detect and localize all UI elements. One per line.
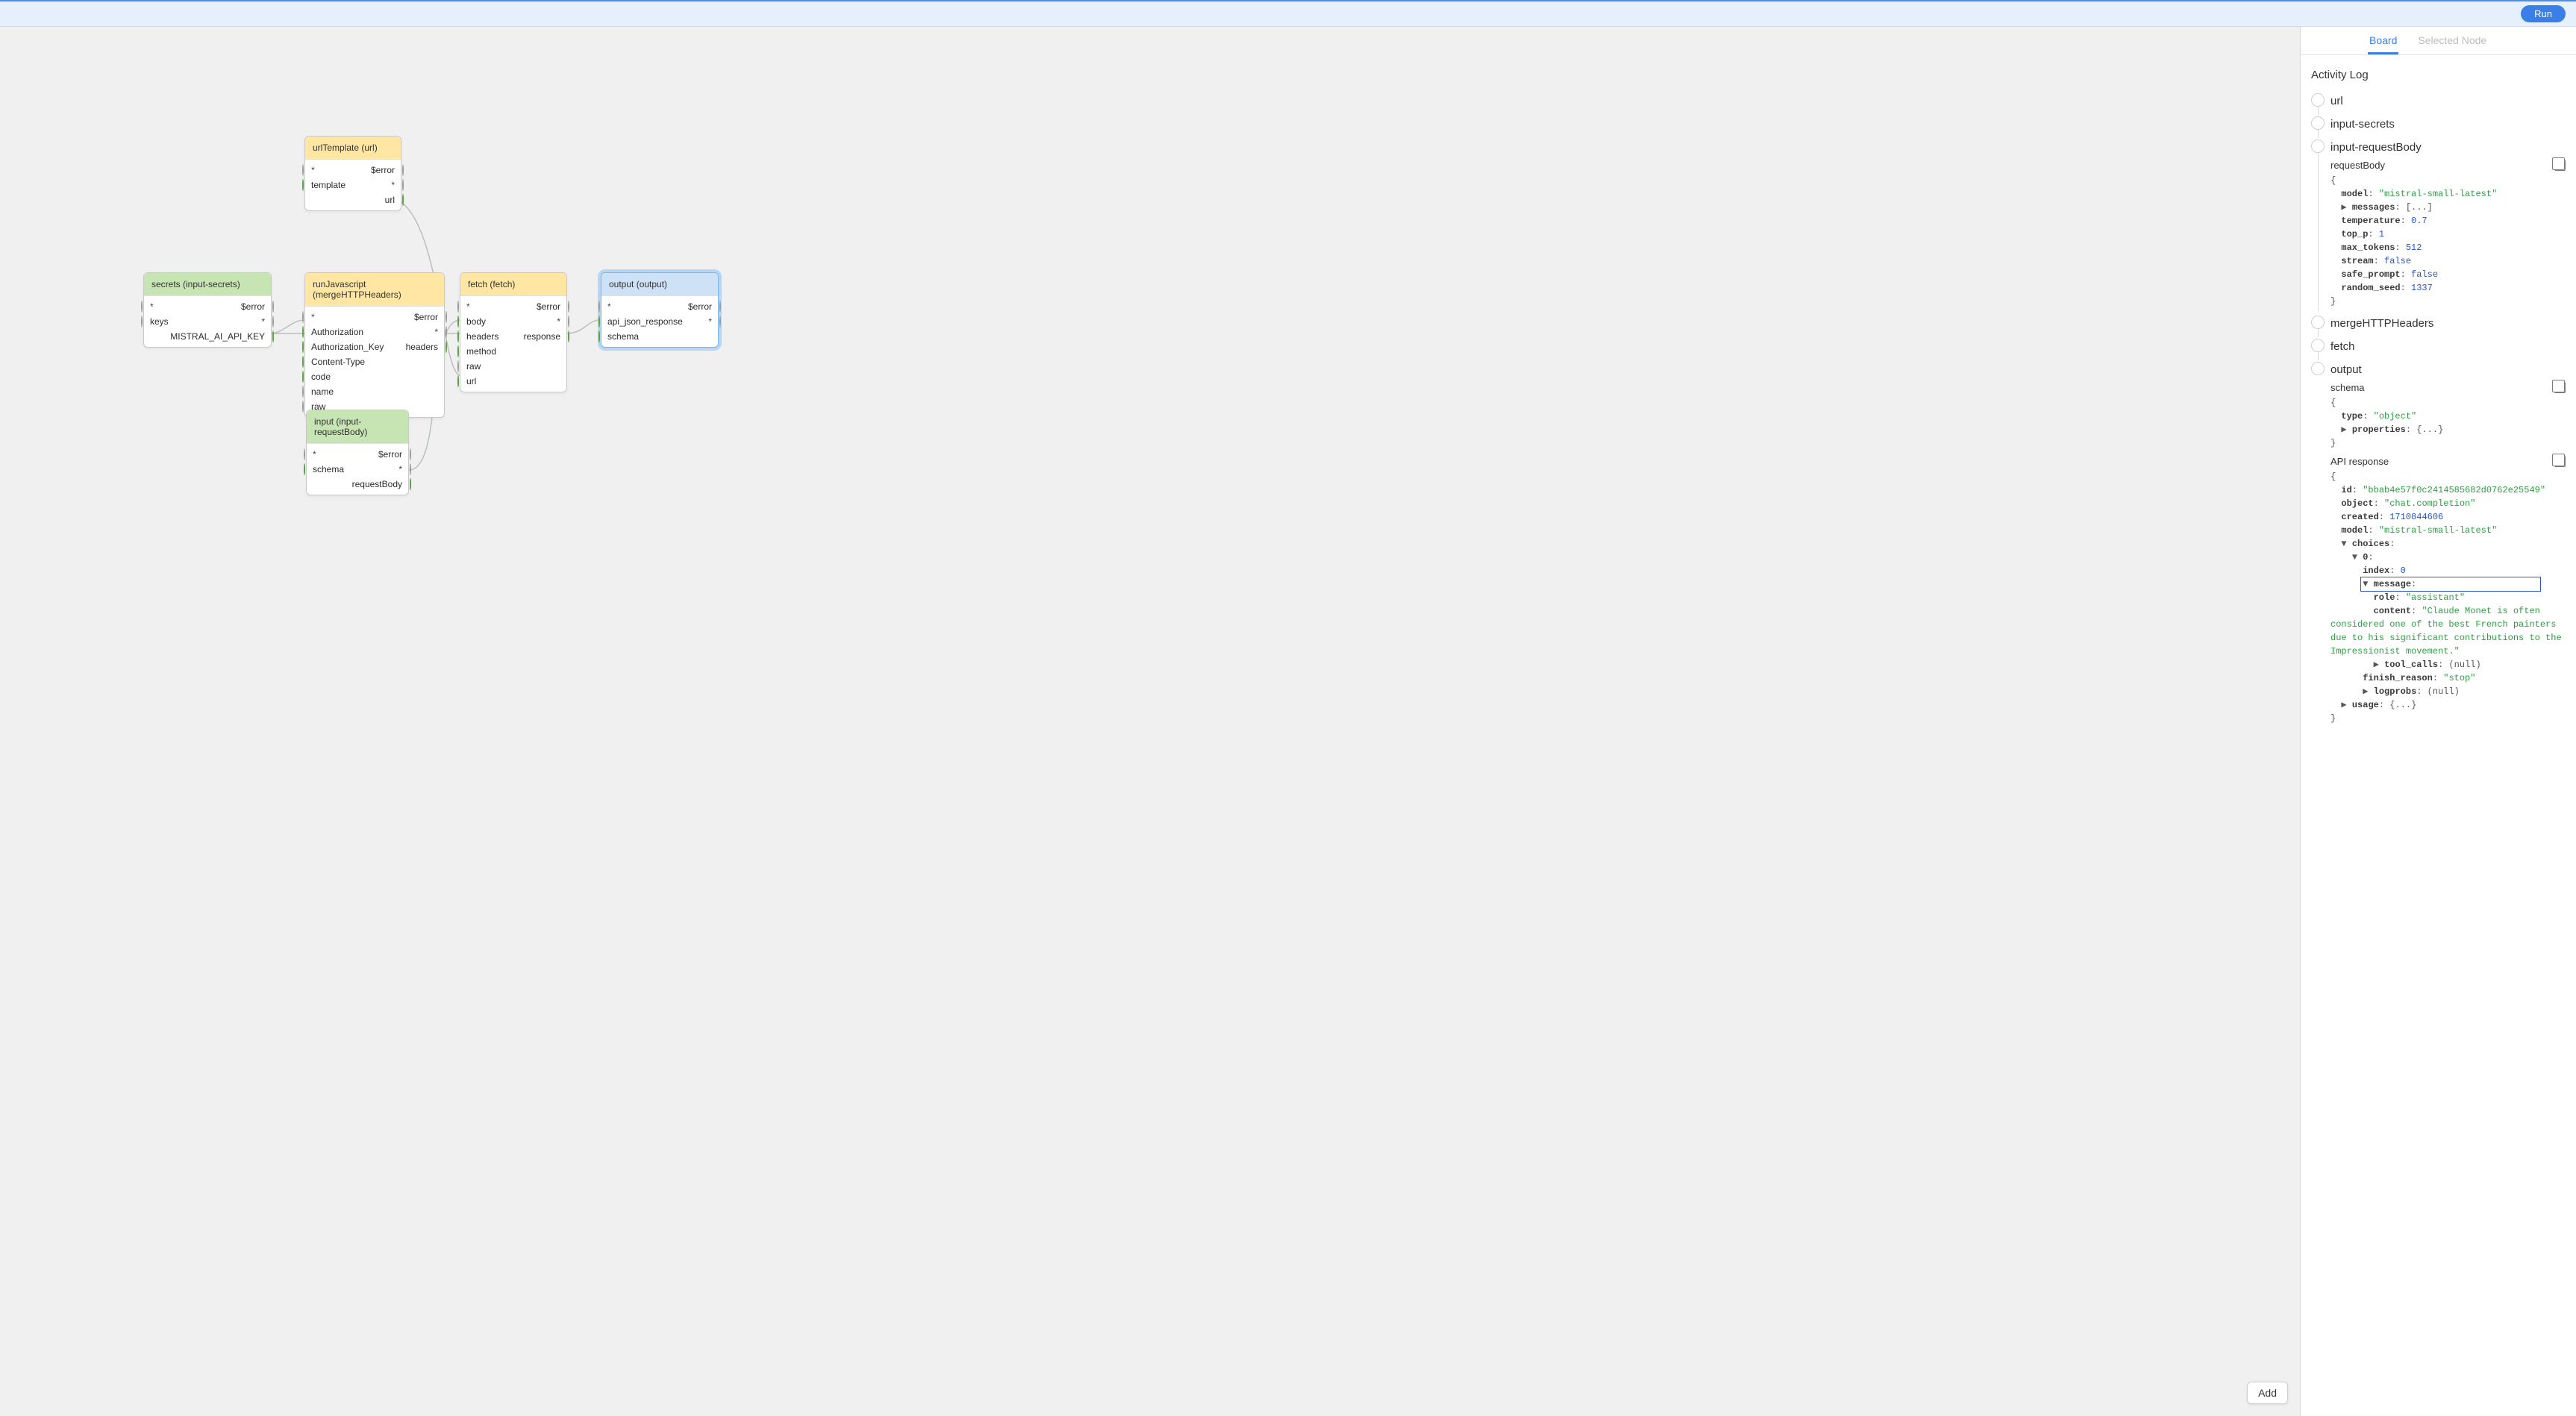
port-response-out: response: [524, 331, 560, 342]
port-content-type: Content-Type: [311, 357, 365, 367]
port-star-in: *: [313, 449, 316, 460]
add-node-button[interactable]: Add: [2247, 1382, 2288, 1404]
log-title: mergeHTTPHeaders: [2330, 314, 2566, 334]
node-title: fetch (fetch): [460, 273, 566, 296]
log-dot-icon: [2311, 316, 2325, 329]
node-title: urlTemplate (url): [305, 137, 401, 160]
json-schema: { type: "object" ▶ properties: {...} }: [2330, 396, 2566, 450]
node-title: output (output): [601, 273, 718, 296]
tab-selected-node[interactable]: Selected Node: [2416, 27, 2488, 54]
port-headers-out: headers: [406, 342, 438, 352]
port-template: template: [311, 180, 346, 190]
log-item-url[interactable]: url: [2311, 92, 2566, 112]
port-star-out: *: [398, 464, 402, 474]
log-item-input-request-body[interactable]: input-requestBody requestBody { model: "…: [2311, 138, 2566, 308]
node-secrets[interactable]: secrets (input-secrets) * $error keys *: [143, 272, 272, 348]
log-dot-icon: [2311, 93, 2325, 107]
port-star-out: *: [434, 327, 438, 337]
node-input-request-body[interactable]: input (input-requestBody) * $error schem…: [306, 410, 409, 495]
port-request-body-out: requestBody: [352, 479, 402, 489]
port-api-key-out: MISTRAL_AI_API_KEY: [170, 331, 265, 342]
port-name: name: [311, 386, 334, 397]
log-item-input-secrets[interactable]: input-secrets: [2311, 115, 2566, 135]
port-url-out: url: [385, 195, 395, 205]
node-url-template[interactable]: urlTemplate (url) * $error template *: [304, 136, 401, 211]
port-star-out: *: [557, 316, 560, 327]
node-output[interactable]: output (output) * $error api_json_respon…: [601, 272, 719, 348]
port-body: body: [466, 316, 486, 327]
node-fetch[interactable]: fetch (fetch) * $error body *: [460, 272, 567, 392]
log-title: input-requestBody: [2330, 138, 2566, 158]
copy-icon[interactable]: [2554, 382, 2566, 393]
port-star-out: *: [391, 180, 395, 190]
top-bar: Run: [0, 0, 2576, 27]
log-connector: [2318, 130, 2319, 138]
edges-layer: [0, 27, 2300, 1416]
log-item-merge-headers[interactable]: mergeHTTPHeaders: [2311, 314, 2566, 334]
port-star-out: *: [261, 316, 265, 327]
log-connector: [2318, 352, 2319, 360]
run-button[interactable]: Run: [2521, 5, 2566, 22]
port-star-in: *: [466, 301, 470, 312]
port-error-out: $error: [371, 165, 395, 175]
port-schema: schema: [313, 464, 344, 474]
log-title: input-secrets: [2330, 115, 2566, 135]
log-dot-icon: [2311, 116, 2325, 130]
port-url: url: [466, 376, 476, 386]
log-connector: [2318, 107, 2319, 115]
log-section-label: schema: [2330, 382, 2365, 393]
port-keys: keys: [150, 316, 169, 327]
node-run-javascript[interactable]: runJavascript (mergeHTTPHeaders) * $erro…: [304, 272, 445, 418]
log-connector: [2318, 329, 2319, 337]
log-dot-icon: [2311, 362, 2325, 375]
port-authorization-key: Authorization_Key: [311, 342, 384, 352]
log-section-label: API response: [2330, 456, 2389, 467]
node-title: secrets (input-secrets): [144, 273, 271, 296]
port-error-out: $error: [537, 301, 560, 312]
copy-icon[interactable]: [2554, 456, 2566, 467]
port-headers: headers: [466, 331, 498, 342]
main-area: urlTemplate (url) * $error template *: [0, 27, 2576, 1416]
side-panel: Board Selected Node Activity Log url inp…: [2300, 27, 2576, 1416]
port-api-json-response: api_json_response: [607, 316, 683, 327]
port-star-in: *: [150, 301, 154, 312]
tab-board[interactable]: Board: [2368, 27, 2398, 54]
copy-icon[interactable]: [2554, 160, 2566, 171]
log-item-output[interactable]: output schema { type: "object" ▶ propert…: [2311, 360, 2566, 725]
port-error-out: $error: [414, 312, 438, 322]
port-raw: raw: [466, 361, 481, 372]
port-star-out: *: [708, 316, 712, 327]
port-error-out: $error: [241, 301, 265, 312]
node-title: runJavascript (mergeHTTPHeaders): [305, 273, 444, 307]
log-title: fetch: [2330, 337, 2566, 357]
port-method: method: [466, 346, 496, 357]
app-root: Run urlTemplate (url) * $error: [0, 0, 2576, 1416]
log-connector: [2318, 153, 2319, 311]
port-error-out: $error: [378, 449, 402, 460]
activity-log: Activity Log url input-secrets input-req…: [2301, 55, 2576, 1416]
json-request-body: { model: "mistral-small-latest" ▶ messag…: [2330, 174, 2566, 308]
activity-log-heading: Activity Log: [2311, 69, 2566, 81]
log-section-label: requestBody: [2330, 160, 2385, 171]
log-title: url: [2330, 92, 2566, 112]
node-title: input (input-requestBody): [307, 410, 408, 444]
json-api-response: { id: "bbab4e57f0c2414585682d0762e25549"…: [2330, 470, 2566, 725]
port-schema: schema: [607, 331, 639, 342]
graph-canvas[interactable]: urlTemplate (url) * $error template *: [0, 27, 2300, 1416]
log-item-fetch[interactable]: fetch: [2311, 337, 2566, 357]
log-dot-icon: [2311, 339, 2325, 352]
port-star-in: *: [311, 312, 315, 322]
port-star-in: *: [311, 165, 315, 175]
log-title: output: [2330, 360, 2566, 380]
panel-tabs: Board Selected Node: [2301, 27, 2576, 55]
port-error-out: $error: [688, 301, 712, 312]
port-code: code: [311, 372, 331, 382]
port-star-in: *: [607, 301, 611, 312]
port-authorization: Authorization: [311, 327, 363, 337]
log-dot-icon: [2311, 140, 2325, 153]
